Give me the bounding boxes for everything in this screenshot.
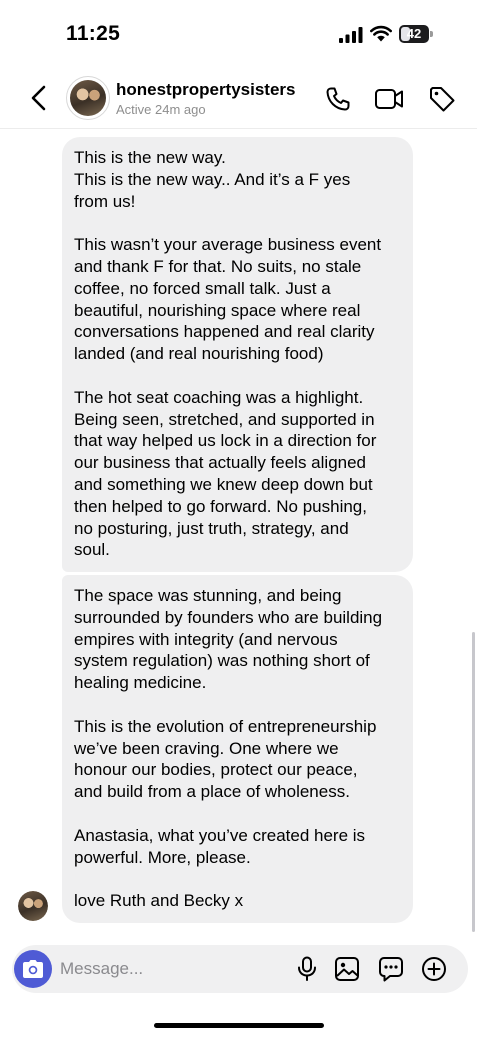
status-bar: 11:25 42 [0,0,477,70]
sticker-icon[interactable] [378,956,404,982]
plus-icon[interactable] [421,956,447,982]
home-indicator [154,1023,324,1028]
sender-avatar[interactable] [18,891,48,921]
phone-icon[interactable] [324,85,352,113]
battery-cap [430,31,433,37]
gallery-icon[interactable] [334,956,360,982]
camera-button[interactable] [14,950,52,988]
back-icon[interactable] [28,84,50,112]
wifi-icon [370,25,392,42]
scrollbar[interactable] [472,632,475,932]
conversation-header: honestpropertysisters Active 24m ago [0,70,477,129]
mic-icon[interactable] [296,956,318,982]
battery-icon: 42 [399,25,429,43]
battery-level: 42 [406,26,422,41]
message-bubble[interactable]: This is the new way. This is the new way… [62,137,413,572]
contact-status: Active 24m ago [116,102,206,117]
status-time: 11:25 [66,22,121,45]
tag-icon[interactable] [428,85,456,113]
contact-avatar[interactable] [66,76,110,120]
signal-icon [339,27,363,43]
contact-name[interactable]: honestpropertysisters [116,80,296,100]
message-composer [12,945,468,993]
video-icon[interactable] [374,85,404,113]
message-input[interactable] [60,957,280,981]
message-bubble[interactable]: The space was stunning, and being surrou… [62,575,413,923]
camera-icon [23,960,43,978]
